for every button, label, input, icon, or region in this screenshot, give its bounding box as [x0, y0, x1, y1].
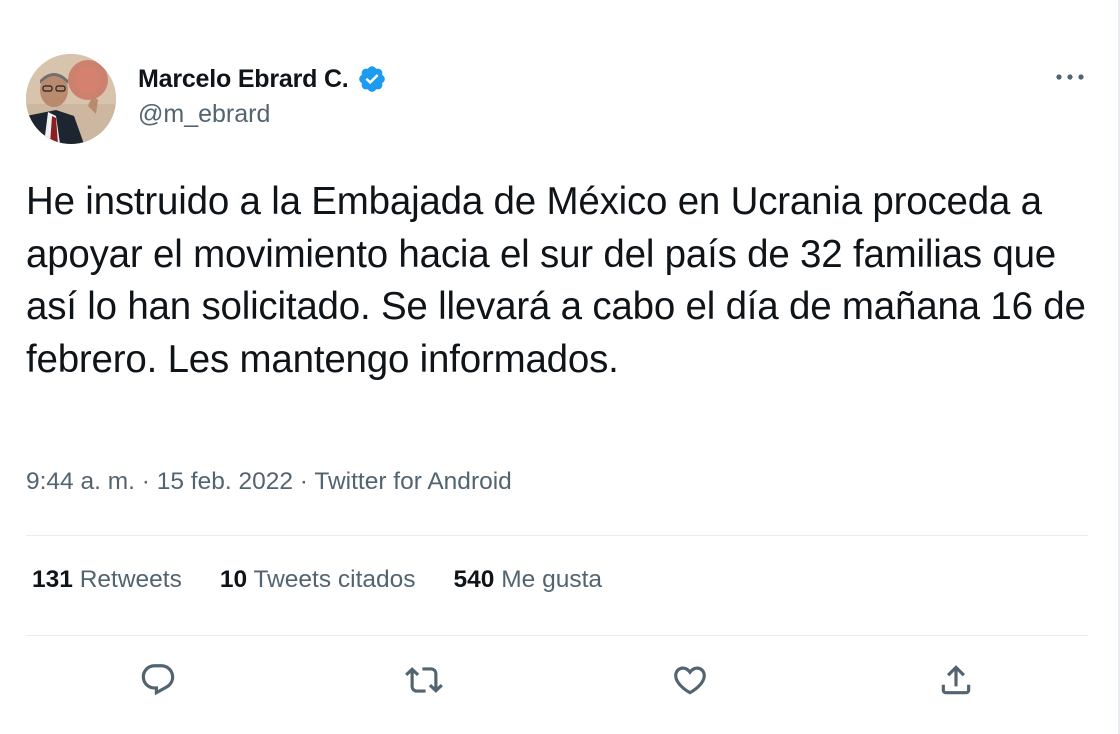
verified-badge-icon [357, 64, 387, 94]
likes-count: 540 [453, 566, 495, 593]
divider [26, 535, 1088, 536]
reply-icon[interactable] [136, 658, 180, 702]
like-icon[interactable] [668, 658, 712, 702]
retweets-label: Retweets [79, 566, 182, 593]
share-icon[interactable] [934, 658, 978, 702]
likes-stat[interactable]: 540 Me gusta [454, 566, 602, 594]
avatar[interactable] [26, 54, 116, 144]
avatar-photo [26, 54, 116, 144]
engagement-stats: 131 Retweets 10 Tweets citados 540 Me gu… [32, 566, 640, 594]
more-icon[interactable] [1050, 62, 1090, 92]
tweet-source[interactable]: Twitter for Android [314, 468, 511, 495]
quotes-stat[interactable]: 10 Tweets citados [220, 566, 416, 594]
tweet-card: Marcelo Ebrard C. @m_ebrard He instruido… [0, 0, 1120, 734]
divider [26, 635, 1088, 636]
tweet-text: He instruido a la Embajada de México en … [26, 180, 1086, 381]
retweets-count: 131 [32, 566, 73, 593]
quotes-count: 10 [219, 566, 248, 593]
tweet-metadata: 9:44 a. m. · 15 feb. 2022 · Twitter for … [26, 468, 512, 496]
tweet-date[interactable]: 15 feb. 2022 [157, 468, 293, 495]
tweet-time[interactable]: 9:44 a. m. [26, 468, 135, 495]
retweets-stat[interactable]: 131 Retweets [32, 566, 182, 594]
meta-separator: · [141, 468, 150, 495]
quotes-label: Tweets citados [253, 566, 416, 593]
likes-label: Me gusta [501, 566, 603, 593]
retweet-icon[interactable] [402, 658, 446, 702]
meta-separator: · [299, 468, 308, 495]
author-name-row[interactable]: Marcelo Ebrard C. [138, 62, 387, 96]
display-name[interactable]: Marcelo Ebrard C. [138, 65, 349, 94]
user-handle[interactable]: @m_ebrard [138, 100, 270, 129]
